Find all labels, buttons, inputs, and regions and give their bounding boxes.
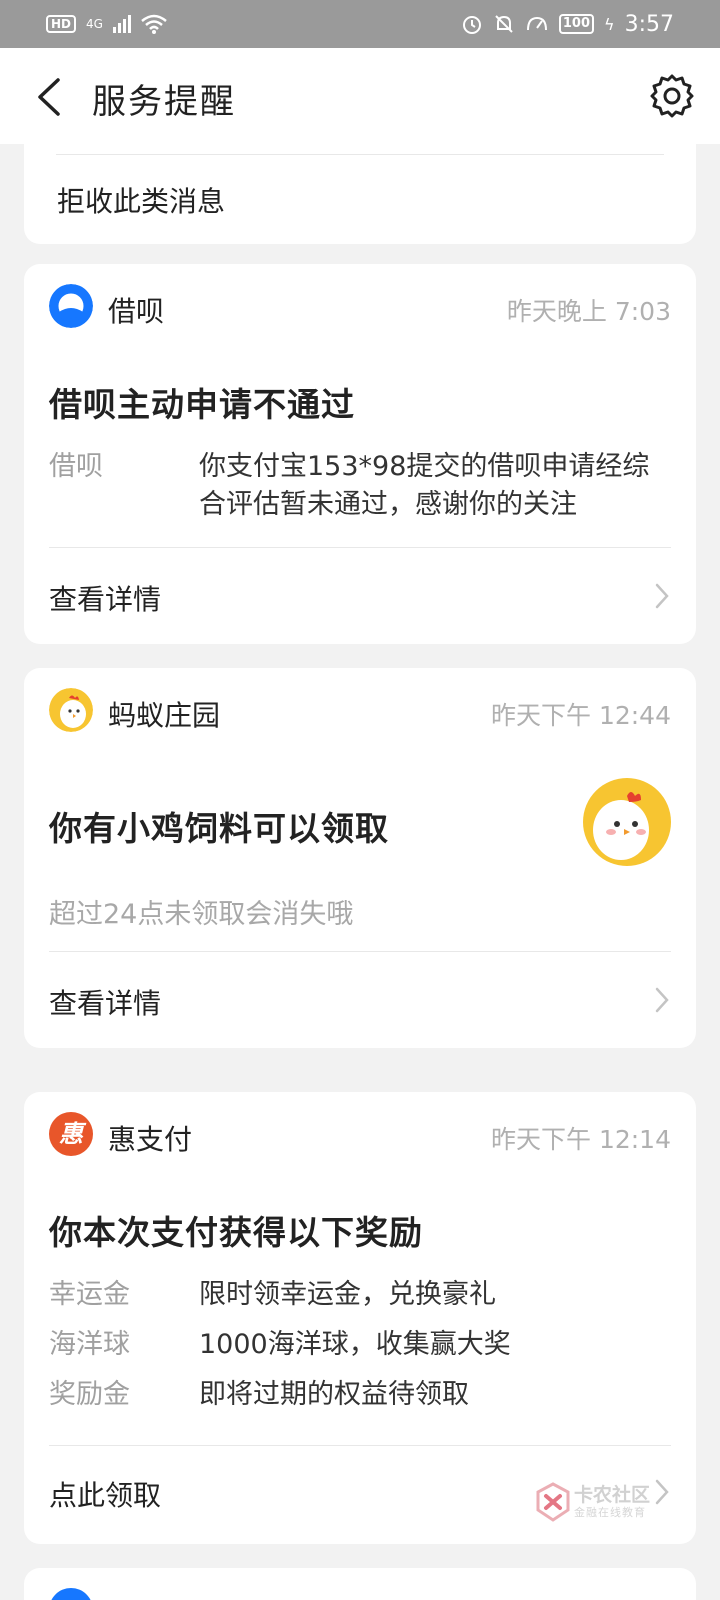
chevron-right-icon xyxy=(655,987,669,1013)
status-right: 100 ϟ 3:57 xyxy=(461,12,674,37)
chicken-icon xyxy=(49,688,93,732)
watermark: 卡农社区 金融在线教育 xyxy=(536,1478,676,1528)
view-details-button[interactable]: 查看详情 xyxy=(49,578,161,618)
clock: 3:57 xyxy=(624,11,674,37)
reward-key: 奖励金 xyxy=(49,1379,130,1410)
message-subtitle: 超过24点未领取会消失哦 xyxy=(49,899,354,930)
reward-row: 海洋球 1000海洋球，收集赢大奖 xyxy=(49,1326,671,1366)
reward-key: 海洋球 xyxy=(49,1329,130,1360)
nav-header: 服务提醒 xyxy=(0,48,720,144)
card-header: 惠 惠支付 昨天下午 12:14 xyxy=(49,1112,671,1160)
speed-icon xyxy=(526,16,547,31)
battery-icon: 100 xyxy=(558,14,595,34)
reward-value: 1000海洋球，收集赢大奖 xyxy=(199,1329,511,1360)
gear-icon xyxy=(650,74,694,118)
divider xyxy=(49,1445,671,1446)
detail-value: 你支付宝153*98提交的借呗申请经综合评估暂未通过，感谢你的关注 xyxy=(199,451,650,520)
claim-reward-button[interactable]: 点此领取 xyxy=(49,1474,161,1514)
message-title: 你有小鸡饲料可以领取 xyxy=(49,809,389,848)
hui-logo-icon: 惠 xyxy=(49,1112,93,1156)
reward-key: 幸运金 xyxy=(49,1279,130,1310)
alarm-icon xyxy=(462,16,481,34)
app-name: 惠支付 xyxy=(108,1123,193,1156)
mute-bell-icon xyxy=(495,15,513,33)
next-message-card[interactable] xyxy=(24,1568,696,1600)
signal-icon xyxy=(112,15,131,33)
app-name: 蚂蚁庄园 xyxy=(108,699,221,732)
reward-row: 幸运金 限时领幸运金，兑换豪礼 xyxy=(49,1276,671,1316)
divider xyxy=(49,951,671,952)
message-card-huizhifu[interactable]: 惠 惠支付 昨天下午 12:14 你本次支付获得以下奖励 幸运金 限时领幸运金，… xyxy=(24,1092,696,1544)
detail-key: 借呗 xyxy=(49,451,103,482)
message-time: 昨天下午 12:44 xyxy=(491,701,671,730)
chevron-right-icon xyxy=(655,583,669,609)
jiebei-logo-icon xyxy=(49,284,93,328)
divider xyxy=(49,547,671,548)
charging-icon: ϟ xyxy=(604,14,615,34)
settings-button[interactable] xyxy=(648,72,696,120)
reward-value: 限时领幸运金，兑换豪礼 xyxy=(199,1279,496,1310)
back-arrow-icon xyxy=(38,78,60,116)
app-name: 借呗 xyxy=(108,295,165,328)
divider xyxy=(56,154,664,155)
reward-row: 奖励金 即将过期的权益待领取 xyxy=(49,1376,671,1416)
reward-value: 即将过期的权益待领取 xyxy=(199,1379,469,1410)
wifi-icon xyxy=(141,14,167,34)
card-header: 借呗 昨天晚上 7:03 xyxy=(49,284,671,332)
watermark-title: 卡农社区 xyxy=(574,1484,651,1506)
reject-messages-button[interactable]: 拒收此类消息 xyxy=(57,180,225,220)
message-time: 昨天晚上 7:03 xyxy=(506,297,671,326)
chicken-avatar-icon xyxy=(583,778,671,866)
previous-message-card: 拒收此类消息 xyxy=(24,144,696,244)
message-title: 你本次支付获得以下奖励 xyxy=(49,1213,423,1252)
message-time: 昨天下午 12:14 xyxy=(491,1125,671,1154)
hui-logo-text: 惠 xyxy=(59,1120,83,1148)
network-type: 4G xyxy=(86,17,103,31)
message-card-jiebei[interactable]: 借呗 昨天晚上 7:03 借呗主动申请不通过 借呗 你支付宝153*98提交的借… xyxy=(24,264,696,644)
back-button[interactable] xyxy=(30,72,70,120)
message-card-antfarm[interactable]: 蚂蚁庄园 昨天下午 12:44 你有小鸡饲料可以领取 超过24点未领取会消失哦 … xyxy=(24,668,696,1048)
page-title: 服务提醒 xyxy=(92,82,236,122)
view-details-button[interactable]: 查看详情 xyxy=(49,982,161,1022)
message-title: 借呗主动申请不通过 xyxy=(49,385,355,424)
status-left: HD 4G xyxy=(46,14,167,34)
app-logo-icon xyxy=(51,1588,91,1600)
detail-row: 借呗 你支付宝153*98提交的借呗申请经综合评估暂未通过，感谢你的关注 xyxy=(49,448,671,528)
card-header: 蚂蚁庄园 昨天下午 12:44 xyxy=(49,688,671,736)
watermark-subtitle: 金融在线教育 xyxy=(574,1506,646,1519)
hd-badge: HD xyxy=(46,15,77,33)
kanong-logo-icon xyxy=(536,1482,570,1522)
status-bar: HD 4G 100 ϟ 3:57 xyxy=(0,0,720,48)
